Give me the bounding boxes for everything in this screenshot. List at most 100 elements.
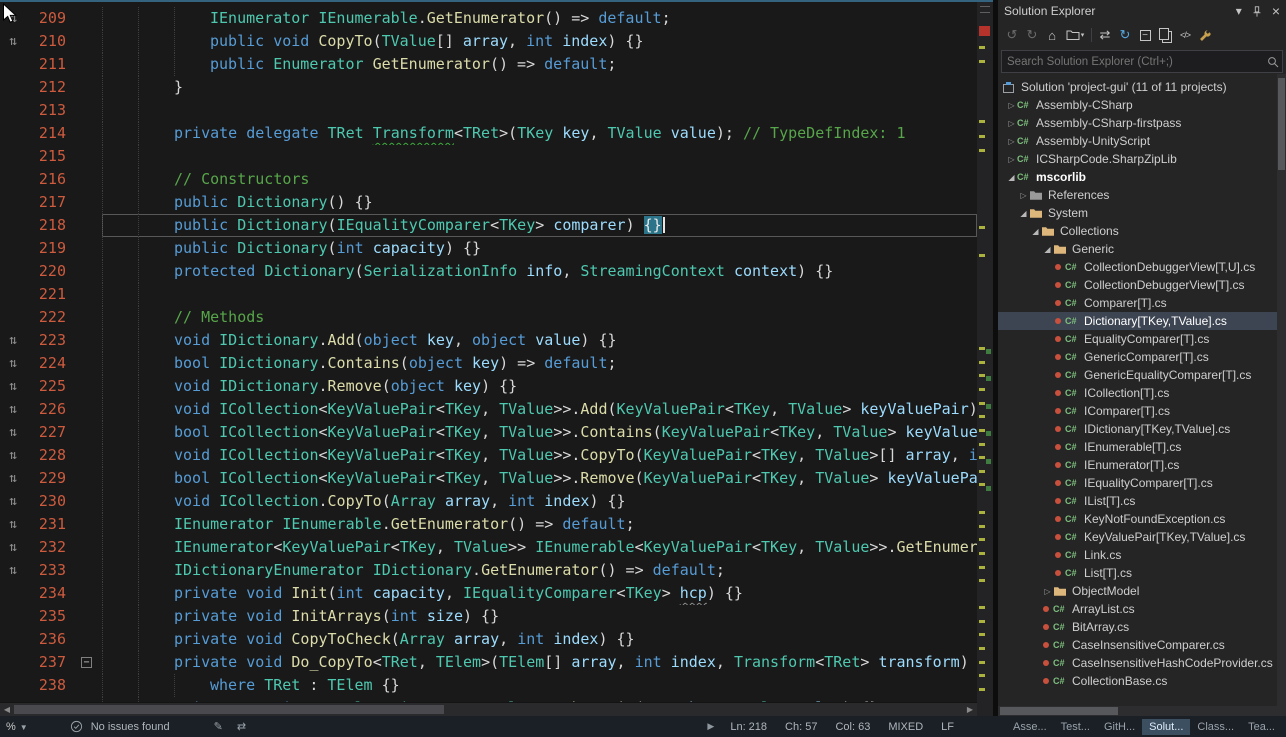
line-number[interactable]: 215	[26, 145, 74, 168]
line-number[interactable]: 210	[26, 30, 74, 53]
code-text-area[interactable]: IDictionaryEnumerator IDictionary.GetEnu…	[102, 559, 977, 582]
line-number[interactable]: 225	[26, 375, 74, 398]
glyph-margin[interactable]	[0, 76, 26, 99]
tree-item-file[interactable]: C#KeyValuePair[TKey,TValue].cs	[998, 528, 1286, 546]
tool-window-tab[interactable]: Class...	[1190, 719, 1241, 735]
tree-item-file[interactable]: C#EqualityComparer[T].cs	[998, 330, 1286, 348]
code-text-area[interactable]: void IDictionary.Add(object key, object …	[102, 329, 977, 352]
glyph-margin[interactable]	[0, 168, 26, 191]
line-number[interactable]: 220	[26, 260, 74, 283]
code-line[interactable]: 221	[0, 283, 977, 306]
tree-item-file[interactable]: C#GenericEqualityComparer[T].cs	[998, 366, 1286, 384]
code-text-area[interactable]: public Dictionary(IEqualityComparer<TKey…	[102, 214, 977, 237]
tree-item-file[interactable]: C#IEnumerable[T].cs	[998, 438, 1286, 456]
tool-window-tab[interactable]: Test...	[1054, 719, 1097, 735]
code-line[interactable]: 238where TRet : TElem {}	[0, 674, 977, 697]
line-number[interactable]: 236	[26, 628, 74, 651]
zoom-control[interactable]: %	[6, 721, 16, 733]
line-number[interactable]: 223	[26, 329, 74, 352]
up-down-arrows-icon[interactable]: ⇅	[0, 398, 26, 421]
tree-vertical-scrollbar[interactable]	[1277, 74, 1286, 706]
line-number[interactable]: 237	[26, 651, 74, 674]
zoom-dropdown-caret-icon[interactable]: ▼	[20, 723, 28, 732]
expanded-arrow-icon[interactable]: ◢	[1042, 245, 1053, 254]
glyph-margin[interactable]	[0, 674, 26, 697]
code-text-area[interactable]: void ICollection<KeyValuePair<TKey, TVal…	[102, 444, 977, 467]
code-text-area[interactable]: bool ICollection<KeyValuePair<TKey, TVal…	[102, 467, 977, 490]
up-down-arrows-icon[interactable]: ⇅	[0, 352, 26, 375]
tree-item-folder[interactable]: ◢System	[998, 204, 1286, 222]
code-text-area[interactable]: private void Do_CopyTo<TRet, TElem>(TEle…	[102, 651, 977, 674]
up-down-arrows-icon[interactable]: ⇅	[0, 375, 26, 398]
code-line[interactable]: 215	[0, 145, 977, 168]
code-line[interactable]: 216 // Constructors	[0, 168, 977, 191]
code-text-area[interactable]: // Constructors	[102, 168, 977, 191]
check-circle-icon[interactable]	[70, 720, 83, 733]
code-line[interactable]: 222 // Methods	[0, 306, 977, 329]
up-down-arrows-icon[interactable]: ⇅	[0, 444, 26, 467]
glyph-margin[interactable]	[0, 605, 26, 628]
pencil-icon[interactable]: ✎	[214, 720, 223, 733]
line-number[interactable]: 222	[26, 306, 74, 329]
code-line[interactable]: 213	[0, 99, 977, 122]
line-number[interactable]: 235	[26, 605, 74, 628]
code-line[interactable]: 217 public Dictionary() {}	[0, 191, 977, 214]
code-editor[interactable]: ⇅209IEnumerator IEnumerable.GetEnumerato…	[0, 2, 977, 702]
glyph-margin[interactable]	[0, 582, 26, 605]
collapse-all-icon[interactable]: −	[1135, 26, 1155, 44]
line-number[interactable]: 230	[26, 490, 74, 513]
code-text-area[interactable]: }	[102, 76, 977, 99]
code-line[interactable]: 234 private void Init(int capacity, IEqua…	[0, 582, 977, 605]
up-down-arrows-icon[interactable]: ⇅	[0, 421, 26, 444]
code-text-area[interactable]: private void InitArrays(int size) {}	[102, 605, 977, 628]
line-number[interactable]: 233	[26, 559, 74, 582]
code-line[interactable]: 218 public Dictionary(IEqualityComparer<T…	[0, 214, 977, 237]
code-text-area[interactable]: public Dictionary() {}	[102, 191, 977, 214]
code-line[interactable]: 236private void CopyToCheck(Array array,…	[0, 628, 977, 651]
sync-with-active-document-icon[interactable]: ⇄	[1095, 26, 1115, 44]
code-line[interactable]: ⇅227bool ICollection<KeyValuePair<TKey, …	[0, 421, 977, 444]
glyph-margin[interactable]	[0, 53, 26, 76]
code-line[interactable]: 214private delegate TRet Transform<TRet>…	[0, 122, 977, 145]
refresh-icon[interactable]: ↻	[1115, 26, 1135, 44]
code-line[interactable]: 211public Enumerator GetEnumerator() => …	[0, 53, 977, 76]
up-down-arrows-icon[interactable]: ⇅	[0, 536, 26, 559]
code-text-area[interactable]: void ICollection<KeyValuePair<TKey, TVal…	[102, 398, 977, 421]
code-line[interactable]: 237−private void Do_CopyTo<TRet, TElem>(…	[0, 651, 977, 674]
tree-item-file[interactable]: C#Dictionary[TKey,TValue].cs	[998, 312, 1286, 330]
up-down-arrows-icon[interactable]: ⇅	[0, 513, 26, 536]
expanded-arrow-icon[interactable]: ◢	[1018, 209, 1029, 218]
line-number[interactable]: 234	[26, 582, 74, 605]
tree-item-project[interactable]: ▷C#Assembly-CSharp-firstpass	[998, 114, 1286, 132]
glyph-margin[interactable]	[0, 122, 26, 145]
code-text-area[interactable]: public Enumerator GetEnumerator() => def…	[102, 53, 977, 76]
code-text-area[interactable]: // Methods	[102, 306, 977, 329]
line-number[interactable]: 209	[26, 7, 74, 30]
code-text-area[interactable]: IEnumerator<KeyValuePair<TKey, TValue>> …	[102, 536, 977, 559]
search-icon[interactable]	[1264, 56, 1282, 68]
issues-status-text[interactable]: No issues found	[91, 721, 170, 733]
tree-item-file[interactable]: C#ArrayList.cs	[998, 600, 1286, 618]
tree-item-file[interactable]: C#KeyNotFoundException.cs	[998, 510, 1286, 528]
up-down-arrows-icon[interactable]: ⇅	[0, 30, 26, 53]
expanded-arrow-icon[interactable]: ◢	[1006, 173, 1017, 182]
line-number[interactable]: 218	[26, 214, 74, 237]
scroll-left-arrow-icon[interactable]: ◀	[0, 703, 14, 716]
tree-item-file[interactable]: C#CaseInsensitiveHashCodeProvider.cs	[998, 654, 1286, 672]
collapsed-arrow-icon[interactable]: ▷	[1006, 119, 1017, 128]
line-number[interactable]: 217	[26, 191, 74, 214]
line-number[interactable]: 216	[26, 168, 74, 191]
glyph-margin[interactable]	[0, 99, 26, 122]
collapsed-arrow-icon[interactable]: ▷	[1006, 101, 1017, 110]
code-line[interactable]: 219public Dictionary(int capacity) {}	[0, 237, 977, 260]
preview-code-icon[interactable]: </>	[1175, 26, 1195, 44]
code-line[interactable]: ⇅233IDictionaryEnumerator IDictionary.Ge…	[0, 559, 977, 582]
code-text-area[interactable]	[102, 283, 977, 306]
line-number[interactable]: 213	[26, 99, 74, 122]
code-line[interactable]: 235 private void InitArrays(int size) {}	[0, 605, 977, 628]
back-icon[interactable]: ↺	[1002, 26, 1022, 44]
glyph-margin[interactable]	[0, 214, 26, 237]
line-number[interactable]: 229	[26, 467, 74, 490]
line-number[interactable]: 212	[26, 76, 74, 99]
code-text-area[interactable]: private void Init(int capacity, IEqualit…	[102, 582, 977, 605]
